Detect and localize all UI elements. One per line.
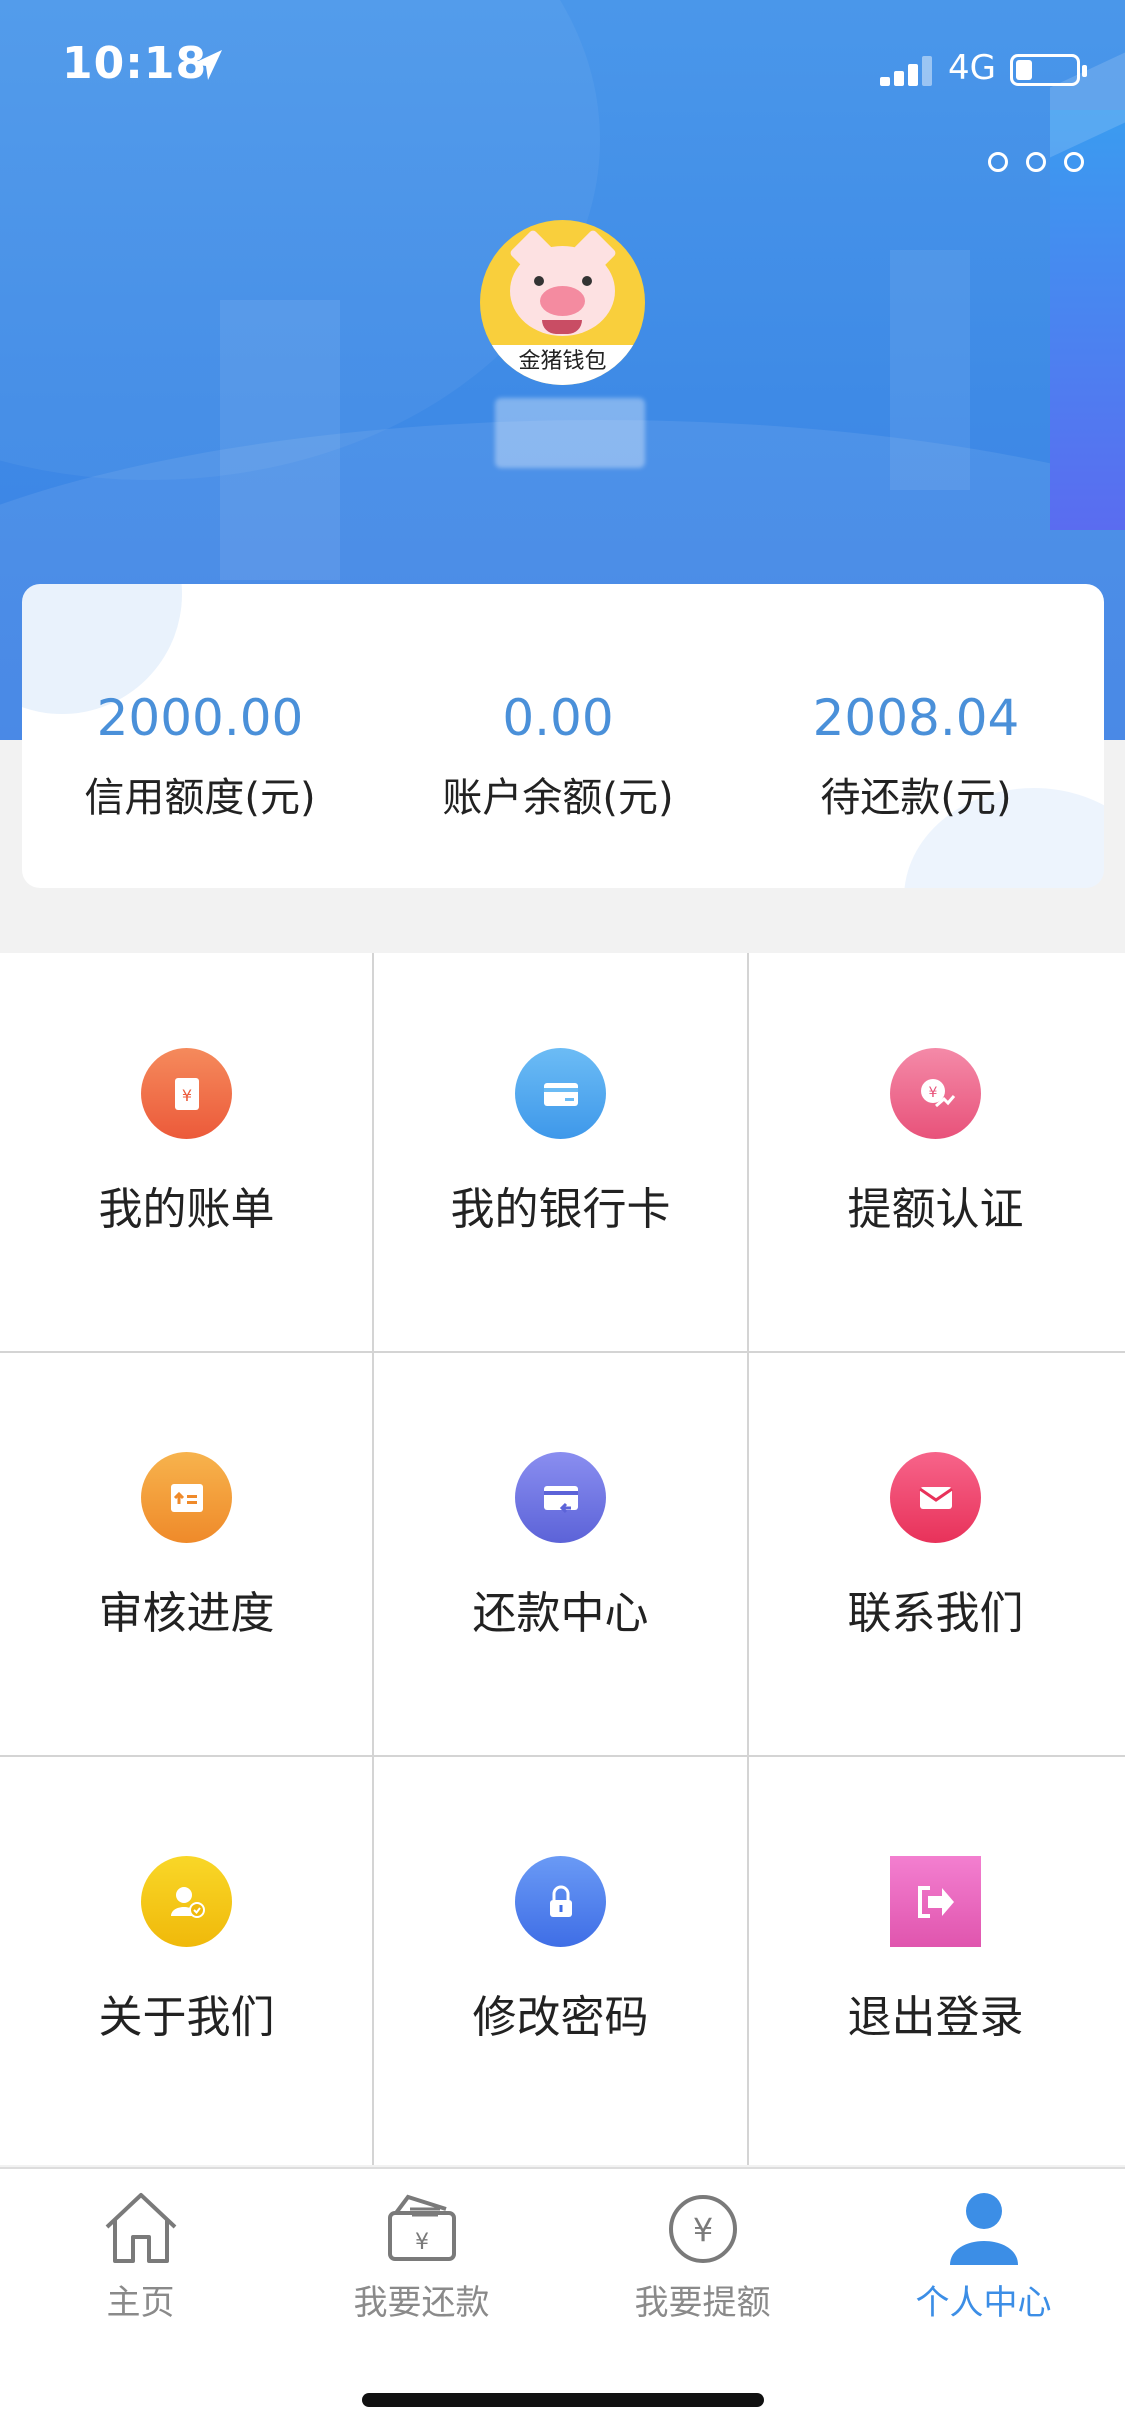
wallet-icon: ¥	[387, 2194, 456, 2261]
battery-icon	[1010, 54, 1087, 86]
location-arrow-icon	[192, 50, 222, 80]
account-summary-card: 2000.00 信用额度(元) 0.00 账户余额(元) 2008.04 待还款…	[22, 584, 1104, 888]
stat-pending-repayment[interactable]: 2008.04 待还款(元)	[736, 689, 1096, 823]
tab-repay[interactable]: ¥ 我要还款	[281, 2187, 562, 2324]
home-indicator[interactable]	[362, 2393, 764, 2407]
about-user-icon	[141, 1856, 232, 1947]
stat-value: 2000.00	[96, 689, 304, 747]
menu-item-bill[interactable]: ¥ 我的账单	[0, 953, 373, 1357]
signal-icon	[880, 56, 936, 86]
mail-icon	[890, 1452, 981, 1543]
tab-label: 我要还款	[353, 2283, 490, 2323]
stat-label: 账户余额(元)	[442, 775, 674, 821]
menu-item-label: 修改密码	[472, 1992, 649, 2043]
stat-balance[interactable]: 0.00 账户余额(元)	[378, 689, 738, 823]
tab-label: 主页	[106, 2283, 175, 2323]
tab-home[interactable]: 主页	[0, 2187, 281, 2324]
bank-card-icon	[515, 1048, 606, 1139]
home-icon	[105, 2193, 176, 2263]
svg-text:¥: ¥	[182, 1086, 192, 1105]
status-bar: 10:18 4G	[0, 0, 1125, 140]
menu-item-label: 还款中心	[472, 1588, 649, 1639]
status-time: 10:18	[62, 38, 208, 89]
yen-circle-icon: ¥	[668, 2195, 737, 2263]
app-badge-label: 金猪钱包	[480, 345, 645, 385]
review-progress-icon	[141, 1452, 232, 1543]
decor-tower	[1050, 110, 1125, 530]
menu-item-repayment-center[interactable]: 还款中心	[374, 1357, 747, 1761]
stat-credit-limit[interactable]: 2000.00 信用额度(元)	[22, 689, 380, 823]
stat-value: 2008.04	[812, 689, 1020, 747]
menu-item-bank-card[interactable]: 我的银行卡	[374, 953, 747, 1357]
stat-label: 待还款(元)	[820, 775, 1012, 821]
more-options-button[interactable]	[988, 152, 1084, 172]
menu-item-change-password[interactable]: 修改密码	[374, 1761, 747, 2165]
person-icon	[949, 2193, 1018, 2265]
username-redacted	[495, 398, 645, 468]
menu-item-label: 我的银行卡	[450, 1184, 671, 1235]
menu-item-review-progress[interactable]: 审核进度	[0, 1357, 373, 1761]
stat-label: 信用额度(元)	[84, 775, 316, 821]
tab-raise-limit[interactable]: ¥ 我要提额	[562, 2187, 843, 2324]
svg-text:¥: ¥	[692, 2211, 712, 2249]
menu-item-contact-us[interactable]: 联系我们	[749, 1357, 1122, 1761]
tab-label: 我要提额	[634, 2283, 771, 2323]
menu-item-label: 关于我们	[98, 1992, 275, 2043]
dot-icon	[1064, 152, 1084, 172]
lock-icon	[515, 1856, 606, 1947]
raise-limit-icon: ¥	[890, 1048, 981, 1139]
stat-value: 0.00	[502, 689, 614, 747]
logout-icon	[890, 1856, 981, 1947]
menu-item-about-us[interactable]: 关于我们	[0, 1761, 373, 2165]
repayment-icon	[515, 1452, 606, 1543]
avatar[interactable]: 金猪钱包	[480, 220, 645, 385]
menu-grid: ¥ 我的账单 我的银行卡 ¥ 提额认证 审核进度 还款中心 联系我们 关于我们 …	[0, 953, 1125, 2165]
dot-icon	[1026, 152, 1046, 172]
dot-icon	[988, 152, 1008, 172]
tab-label: 个人中心	[915, 2283, 1052, 2323]
svg-text:¥: ¥	[415, 2230, 429, 2255]
menu-item-logout[interactable]: 退出登录	[749, 1761, 1122, 2165]
network-type: 4G	[948, 48, 996, 88]
menu-item-label: 联系我们	[847, 1588, 1024, 1639]
bill-icon: ¥	[141, 1048, 232, 1139]
tab-personal-center[interactable]: 个人中心	[843, 2187, 1124, 2324]
menu-item-label: 我的账单	[98, 1184, 275, 1235]
svg-text:¥: ¥	[929, 1085, 938, 1101]
menu-item-raise-limit[interactable]: ¥ 提额认证	[749, 953, 1122, 1357]
menu-item-label: 退出登录	[847, 1992, 1024, 2043]
menu-item-label: 提额认证	[847, 1184, 1024, 1235]
menu-item-label: 审核进度	[98, 1588, 275, 1639]
